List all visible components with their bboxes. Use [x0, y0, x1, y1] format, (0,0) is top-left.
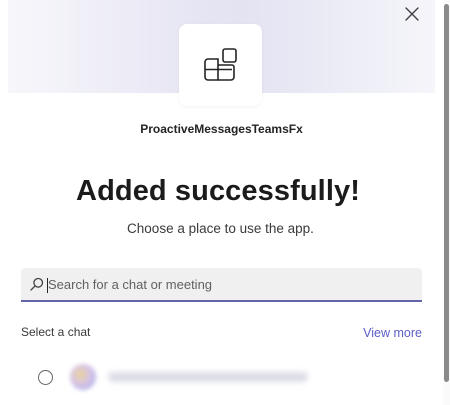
search-icon	[29, 276, 45, 292]
chat-list-item[interactable]	[20, 362, 420, 392]
instruction-text: Choose a place to use the app.	[127, 221, 314, 236]
select-chat-label: Select a chat	[21, 325, 91, 339]
app-name: ProactiveMessagesTeamsFx	[140, 122, 303, 136]
avatar	[70, 364, 96, 390]
search-input[interactable]	[48, 274, 408, 294]
app-icon-tile	[179, 24, 262, 106]
success-heading: Added successfully!	[76, 175, 360, 207]
close-button[interactable]	[400, 2, 424, 26]
chat-radio-button[interactable]	[38, 369, 53, 385]
close-icon	[405, 7, 419, 21]
chat-search-box[interactable]	[21, 268, 422, 302]
added-app-dialog: ProactiveMessagesTeamsFx Added successfu…	[0, 0, 443, 405]
text-cursor	[47, 278, 48, 293]
view-more-link[interactable]: View more	[363, 326, 422, 340]
scrollbar-thumb[interactable]	[444, 4, 449, 382]
redacted-chat-name	[108, 372, 308, 382]
apps-grid-icon	[203, 48, 237, 81]
